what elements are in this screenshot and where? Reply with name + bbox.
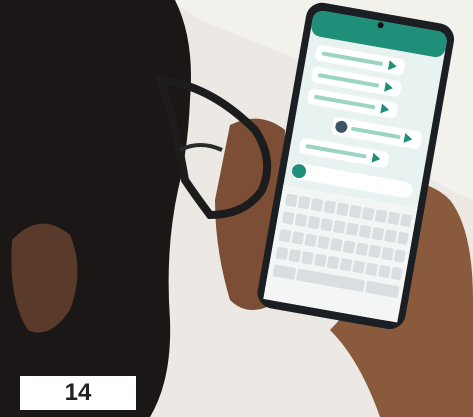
caption-number: 14 — [64, 379, 92, 406]
photo-illustration — [0, 0, 473, 417]
caption-number-box: 14 — [20, 376, 136, 410]
person-hair — [0, 0, 191, 417]
photo-scene: 14 — [0, 0, 473, 417]
